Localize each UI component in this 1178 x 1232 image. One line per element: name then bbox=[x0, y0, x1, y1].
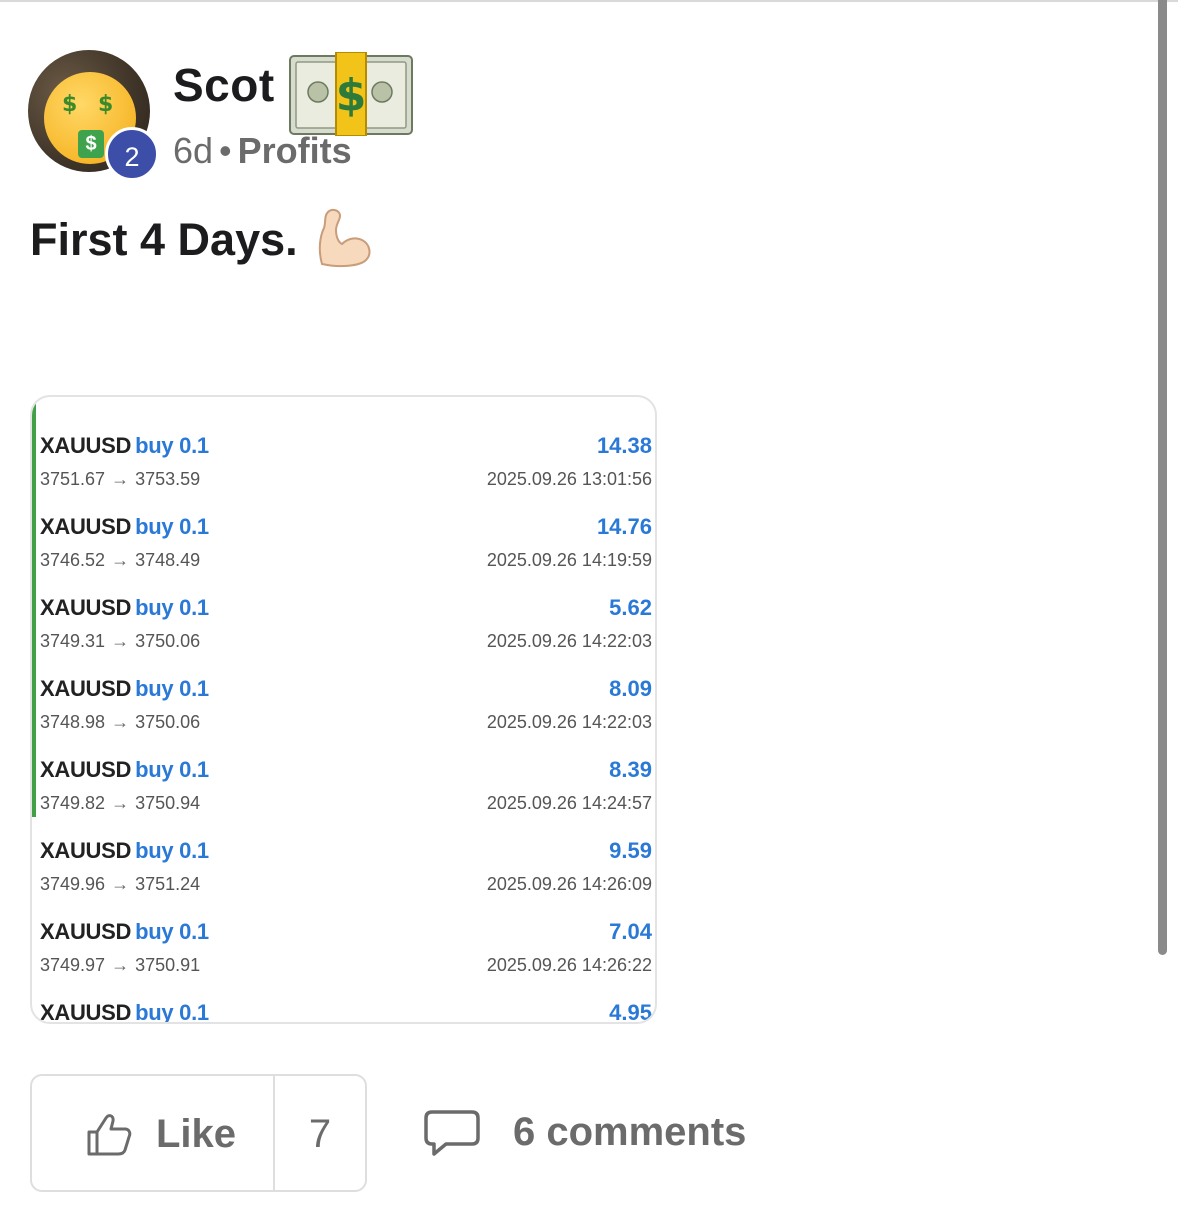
trade-direction: buy 0.1 bbox=[135, 919, 209, 944]
trade-symbol-text: XAUUSD bbox=[40, 757, 132, 782]
meta-separator: • bbox=[219, 130, 232, 171]
trade-symbol: XAUUSD buy 0.1 bbox=[40, 676, 209, 702]
trade-open-price: 3749.96 bbox=[40, 874, 106, 894]
trade-direction: buy 0.1 bbox=[135, 757, 209, 782]
trade-direction: buy 0.1 bbox=[135, 595, 209, 620]
trade-time: 2025.09.26 14:26:09 bbox=[486, 874, 652, 894]
trade-direction: buy 0.1 bbox=[135, 433, 209, 458]
like-control: Like 7 bbox=[30, 1074, 367, 1192]
arrow-right-icon: → bbox=[111, 550, 130, 570]
comment-bubble-icon bbox=[424, 1110, 480, 1156]
trade-close-price: 3748.49 bbox=[135, 550, 201, 570]
comments-button[interactable]: 6 comments bbox=[424, 1106, 764, 1162]
scrollbar[interactable] bbox=[1158, 0, 1167, 955]
trade-close-price: 3753.59 bbox=[135, 469, 201, 489]
svg-text:$: $ bbox=[336, 70, 367, 121]
trade-direction: buy 0.1 bbox=[135, 676, 209, 701]
trade-symbol: XAUUSD buy 0.1 bbox=[40, 838, 209, 864]
trade-time: 2025.09.26 14:19:59 bbox=[486, 550, 652, 570]
trade-close-price: 3750.06 bbox=[135, 631, 201, 651]
thumbs-up-icon bbox=[87, 1114, 132, 1156]
like-label: Like bbox=[156, 1112, 237, 1156]
trade-profit: 8.09 bbox=[609, 676, 652, 701]
trade-time: 2025.09.26 14:22:03 bbox=[486, 712, 652, 732]
trade-profit: 14.76 bbox=[596, 514, 652, 539]
trade-prices: 3749.96 → 3751.24 bbox=[40, 874, 200, 895]
arrow-right-icon: → bbox=[111, 469, 130, 489]
trade-time: 2025.09.26 14:26:22 bbox=[486, 955, 652, 975]
post-page: $ $ $ 2 Scot $ 6d • Profits First 4 Days. … bbox=[0, 0, 1178, 1232]
trade-symbol: XAUUSD buy 0.1 bbox=[40, 757, 209, 783]
arrow-right-icon: → bbox=[111, 712, 130, 732]
trade-close-price: 3750.06 bbox=[135, 712, 201, 732]
trade-prices: 3749.82 → 3750.94 bbox=[40, 793, 200, 814]
trade-open-price: 3748.98 bbox=[40, 712, 106, 732]
trade-direction: buy 0.1 bbox=[135, 1000, 209, 1024]
post-category[interactable]: Profits bbox=[238, 130, 352, 171]
trade-symbol: XAUUSD buy 0.1 bbox=[40, 595, 209, 621]
arrow-right-icon: → bbox=[111, 631, 130, 651]
trade-profit: 7.04 bbox=[609, 919, 652, 944]
trade-prices: 3748.98 → 3750.06 bbox=[40, 712, 200, 733]
like-count[interactable]: 7 bbox=[275, 1112, 365, 1157]
post-title: First 4 Days. bbox=[30, 214, 298, 265]
trade-symbol-text: XAUUSD bbox=[40, 919, 132, 944]
trade-close-price: 3751.24 bbox=[135, 874, 201, 894]
trade-row[interactable]: XAUUSD buy 0.1 14.38 3751.67 → 3753.59 2025.09… bbox=[40, 407, 652, 490]
trade-prices: 3749.97 → 3750.91 bbox=[40, 955, 200, 976]
trade-open-price: 3746.52 bbox=[40, 550, 106, 570]
trade-profit: 8.39 bbox=[609, 757, 652, 782]
trade-symbol-text: XAUUSD bbox=[40, 676, 132, 701]
trade-open-price: 3749.82 bbox=[40, 793, 106, 813]
trade-profit: 14.38 bbox=[596, 433, 652, 458]
trade-profit: 5.62 bbox=[609, 595, 652, 620]
trade-time: 2025.09.26 14:22:03 bbox=[486, 631, 652, 651]
trade-symbol-text: XAUUSD bbox=[40, 595, 132, 620]
trade-symbol: XAUUSD buy 0.1 bbox=[40, 433, 209, 459]
trade-prices: 3746.52 → 3748.49 bbox=[40, 550, 200, 571]
flexed-biceps-icon bbox=[318, 208, 371, 268]
trade-row[interactable]: XAUUSD buy 0.1 9.59 3749.96 → 3751.24 2025.09.… bbox=[40, 812, 652, 895]
trade-time: 2025.09.26 14:24:57 bbox=[486, 793, 652, 813]
trade-direction: buy 0.1 bbox=[135, 838, 209, 863]
trade-time: 2025.09.26 13:01:56 bbox=[486, 469, 652, 489]
trade-open-price: 3749.31 bbox=[40, 631, 106, 651]
trade-symbol-text: XAUUSD bbox=[40, 514, 132, 539]
trade-close-price: 3750.91 bbox=[135, 955, 201, 975]
trade-profit: 4.95 bbox=[609, 1000, 652, 1024]
post-meta: 6d • Profits bbox=[173, 130, 352, 172]
trade-history-card[interactable]: XAUUSD buy 0.1 14.38 3751.67 → 3753.59 2025.09… bbox=[30, 395, 657, 1024]
trade-row[interactable]: XAUUSD buy 0.1 4.95 bbox=[40, 974, 652, 1024]
trade-open-price: 3751.67 bbox=[40, 469, 106, 489]
trade-symbol: XAUUSD buy 0.1 bbox=[40, 1000, 209, 1024]
trade-close-price: 3750.94 bbox=[135, 793, 201, 813]
highlight-marker bbox=[32, 399, 36, 817]
author-level-badge: 2 bbox=[105, 127, 159, 181]
arrow-right-icon: → bbox=[111, 793, 130, 813]
trade-prices: 3749.31 → 3750.06 bbox=[40, 631, 200, 652]
trade-row[interactable]: XAUUSD buy 0.1 5.62 3749.31 → 3750.06 2025.09.… bbox=[40, 569, 652, 652]
post-time: 6d bbox=[173, 130, 214, 171]
trade-symbol: XAUUSD buy 0.1 bbox=[40, 919, 209, 945]
trade-row[interactable]: XAUUSD buy 0.1 7.04 3749.97 → 3750.91 2025.09.… bbox=[40, 893, 652, 976]
trade-row[interactable]: XAUUSD buy 0.1 8.09 3748.98 → 3750.06 2025.09.… bbox=[40, 650, 652, 733]
trade-symbol: XAUUSD buy 0.1 bbox=[40, 514, 209, 540]
comments-label: 6 comments bbox=[513, 1110, 747, 1154]
trade-row[interactable]: XAUUSD buy 0.1 14.76 3746.52 → 3748.49 2025.09… bbox=[40, 488, 652, 571]
trade-profit: 9.59 bbox=[609, 838, 652, 863]
trade-direction: buy 0.1 bbox=[135, 514, 209, 539]
trade-prices: 3751.67 → 3753.59 bbox=[40, 469, 200, 490]
author-name[interactable]: Scot bbox=[173, 58, 275, 112]
trade-symbol-text: XAUUSD bbox=[40, 1000, 132, 1024]
top-divider bbox=[0, 0, 1178, 2]
like-button[interactable]: Like bbox=[32, 1076, 273, 1190]
trade-row[interactable]: XAUUSD buy 0.1 8.39 3749.82 → 3750.94 2025.09.… bbox=[40, 731, 652, 814]
arrow-right-icon: → bbox=[111, 874, 130, 894]
trade-symbol-text: XAUUSD bbox=[40, 433, 132, 458]
money-bag-bills-icon: $ bbox=[289, 52, 413, 136]
trade-symbol-text: XAUUSD bbox=[40, 838, 132, 863]
arrow-right-icon: → bbox=[111, 955, 130, 975]
trade-open-price: 3749.97 bbox=[40, 955, 106, 975]
